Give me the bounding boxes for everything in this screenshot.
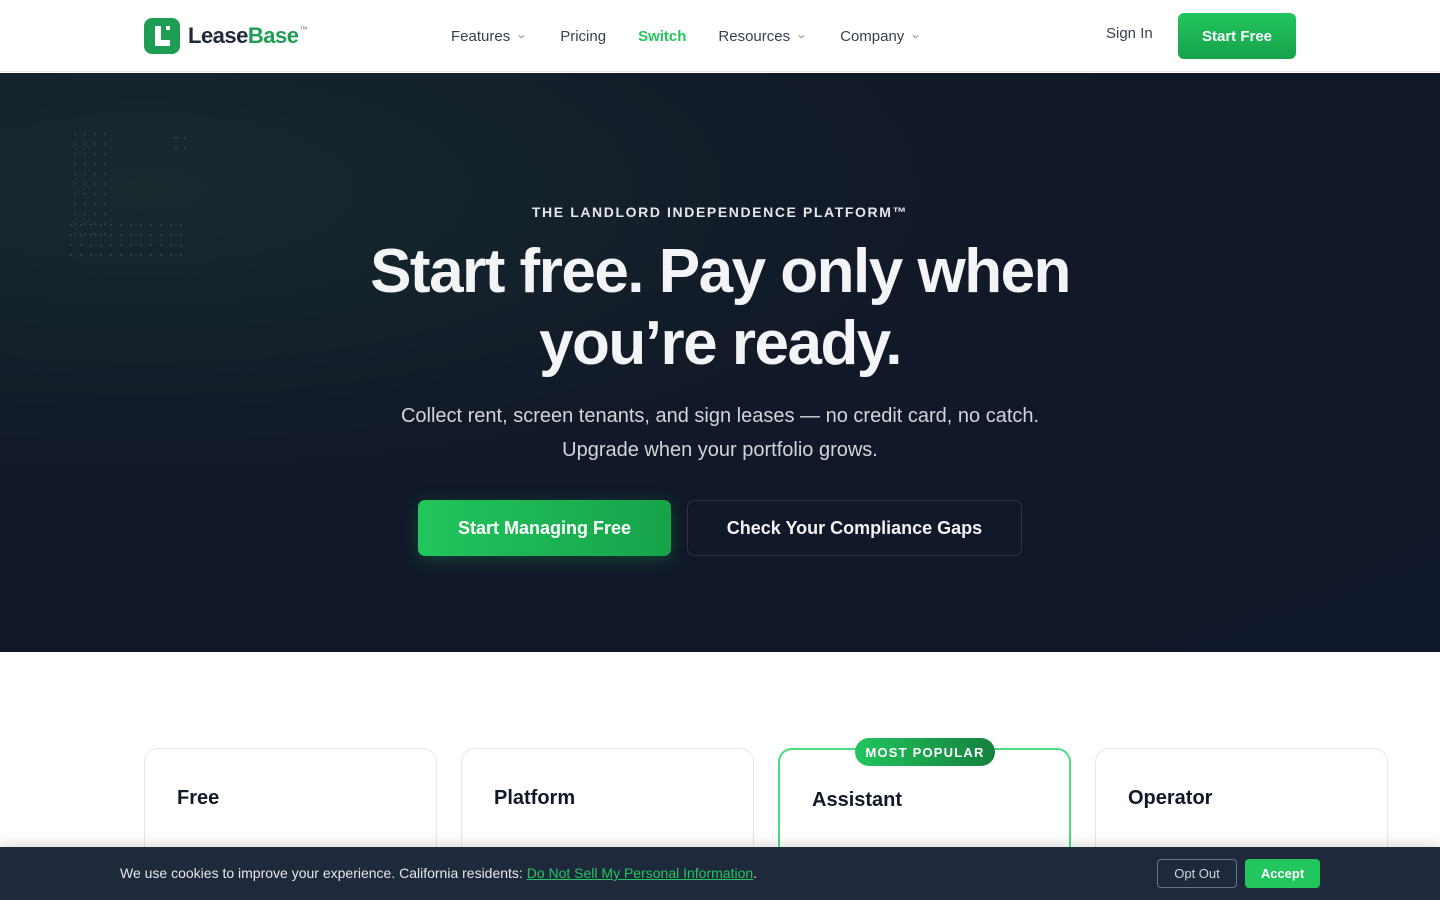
top-navigation: Lease Base ™ Features Pricing Switch Resou… (0, 0, 1440, 72)
plan-name: Operator (1128, 787, 1213, 809)
chevron-down-icon (518, 34, 525, 39)
cookie-message: We use cookies to improve your experienc… (120, 865, 757, 881)
hero-eyebrow: THE LANDLORD INDEPENDENCE PLATFORM™ (531, 204, 909, 220)
nav-item-label: Company (840, 27, 905, 45)
cookie-banner: We use cookies to improve your experienc… (0, 847, 1440, 900)
nav-item-label: Resources (718, 27, 791, 45)
chevron-down-icon (912, 34, 919, 39)
plan-name: Assistant (812, 789, 903, 811)
nav-item-label: Switch (638, 27, 687, 45)
nav-item-label: Features (451, 27, 511, 45)
accept-cookies-button[interactable]: Accept (1245, 859, 1320, 888)
cookie-text: We use cookies to improve your experienc… (120, 865, 527, 881)
nav-links: Features Pricing Switch Resources Compan… (451, 0, 920, 72)
nav-item-switch[interactable]: Switch (638, 28, 686, 45)
most-popular-badge: MOST POPULAR (855, 738, 995, 766)
plan-name: Free (177, 787, 220, 809)
logo-wordmark: Lease Base ™ (188, 23, 307, 49)
do-not-sell-link[interactable]: Do Not Sell My Personal Information (527, 865, 753, 881)
chevron-down-icon (798, 34, 805, 39)
plan-name: Platform (494, 787, 576, 809)
logo-text-base: Base (247, 23, 299, 48)
logo[interactable]: Lease Base ™ (144, 18, 307, 54)
nav-item-features[interactable]: Features (451, 28, 526, 45)
logo-text-lease: Lease (188, 23, 248, 48)
nav-item-label: Pricing (560, 27, 607, 45)
hero-headline: Start free. Pay only when you’re ready. (370, 237, 1071, 378)
sign-in-link[interactable]: Sign In (1106, 25, 1153, 42)
nav-item-company[interactable]: Company (840, 28, 920, 45)
start-managing-free-button[interactable]: Start Managing Free (418, 500, 671, 556)
logo-icon (144, 18, 180, 54)
opt-out-button[interactable]: Opt Out (1157, 859, 1237, 888)
hero-section: THE LANDLORD INDEPENDENCE PLATFORM™ Star… (0, 73, 1440, 652)
hero-subhead: Collect rent, screen tenants, and sign l… (400, 405, 1040, 461)
nav-item-pricing[interactable]: Pricing (560, 28, 606, 45)
nav-item-resources[interactable]: Resources (718, 28, 806, 45)
trademark-symbol: ™ (299, 25, 307, 34)
cookie-period: . (753, 865, 758, 881)
check-compliance-gaps-button[interactable]: Check Your Compliance Gaps (687, 500, 1022, 556)
start-free-button[interactable]: Start Free (1178, 13, 1296, 59)
